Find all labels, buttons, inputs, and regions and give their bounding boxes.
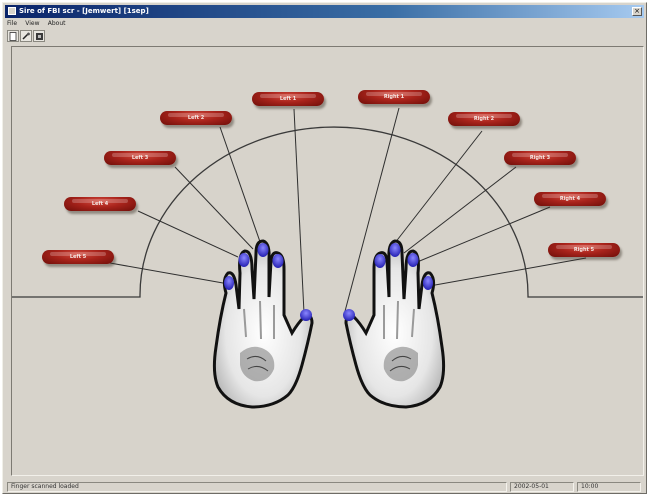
scan-icon <box>22 32 30 40</box>
right-finger-4-button[interactable]: Right 4 <box>534 192 606 206</box>
left-finger-3-button[interactable]: Left 3 <box>104 151 176 165</box>
right-finger-3-button[interactable]: Right 3 <box>504 151 576 165</box>
menu-file[interactable]: File <box>7 20 17 27</box>
status-message: Finger scanned loaded <box>7 482 507 492</box>
left-finger-5-button[interactable]: Left 5 <box>42 250 114 264</box>
fingertip-right-5[interactable] <box>423 276 433 290</box>
fingertip-right-2[interactable] <box>374 254 386 268</box>
left-finger-2-button[interactable]: Left 2 <box>160 111 232 125</box>
capture-icon <box>36 33 43 40</box>
right-finger-1-button[interactable]: Right 1 <box>358 90 430 104</box>
scan-button[interactable] <box>20 30 32 42</box>
window-title: Sire of FBI scr - [Jemwert] [1sep] <box>19 7 149 15</box>
left-finger-1-button[interactable]: Left 1 <box>252 92 324 106</box>
toolbar <box>7 30 647 46</box>
finger-selection-canvas: Left 5 Left 4 Left 3 Left 2 Left 1 Right… <box>11 46 644 476</box>
fingertip-right-3[interactable] <box>389 243 401 257</box>
close-button[interactable]: × <box>632 7 642 16</box>
new-button[interactable] <box>7 30 19 42</box>
right-finger-5-button[interactable]: Right 5 <box>548 243 620 257</box>
menu-about[interactable]: About <box>48 20 66 27</box>
capture-button[interactable] <box>33 30 45 42</box>
menu-bar: File View About <box>7 19 72 29</box>
fingertip-left-4[interactable] <box>238 253 250 267</box>
right-hand <box>344 239 446 409</box>
menu-view[interactable]: View <box>25 20 39 27</box>
close-icon: × <box>634 7 640 15</box>
fingertip-right-4[interactable] <box>407 253 419 267</box>
fingertip-left-3[interactable] <box>257 243 269 257</box>
right-finger-2-button[interactable]: Right 2 <box>448 112 520 126</box>
app-icon <box>8 7 16 15</box>
fingertip-left-1[interactable] <box>300 309 312 321</box>
status-date: 2002-05-01 <box>510 482 574 492</box>
left-finger-4-button[interactable]: Left 4 <box>64 197 136 211</box>
fingertip-left-5[interactable] <box>224 276 234 290</box>
new-icon <box>9 32 17 41</box>
status-time: 10:00 <box>577 482 641 492</box>
fingertip-left-2[interactable] <box>272 254 284 268</box>
left-hand <box>212 239 314 409</box>
app-window: Sire of FBI scr - [Jemwert] [1sep] × Fil… <box>2 2 647 494</box>
status-bar: Finger scanned loaded 2002-05-01 10:00 <box>7 482 644 493</box>
title-bar[interactable]: Sire of FBI scr - [Jemwert] [1sep] × <box>5 5 644 18</box>
fingertip-right-1[interactable] <box>343 309 355 321</box>
selection-arc <box>139 126 529 296</box>
